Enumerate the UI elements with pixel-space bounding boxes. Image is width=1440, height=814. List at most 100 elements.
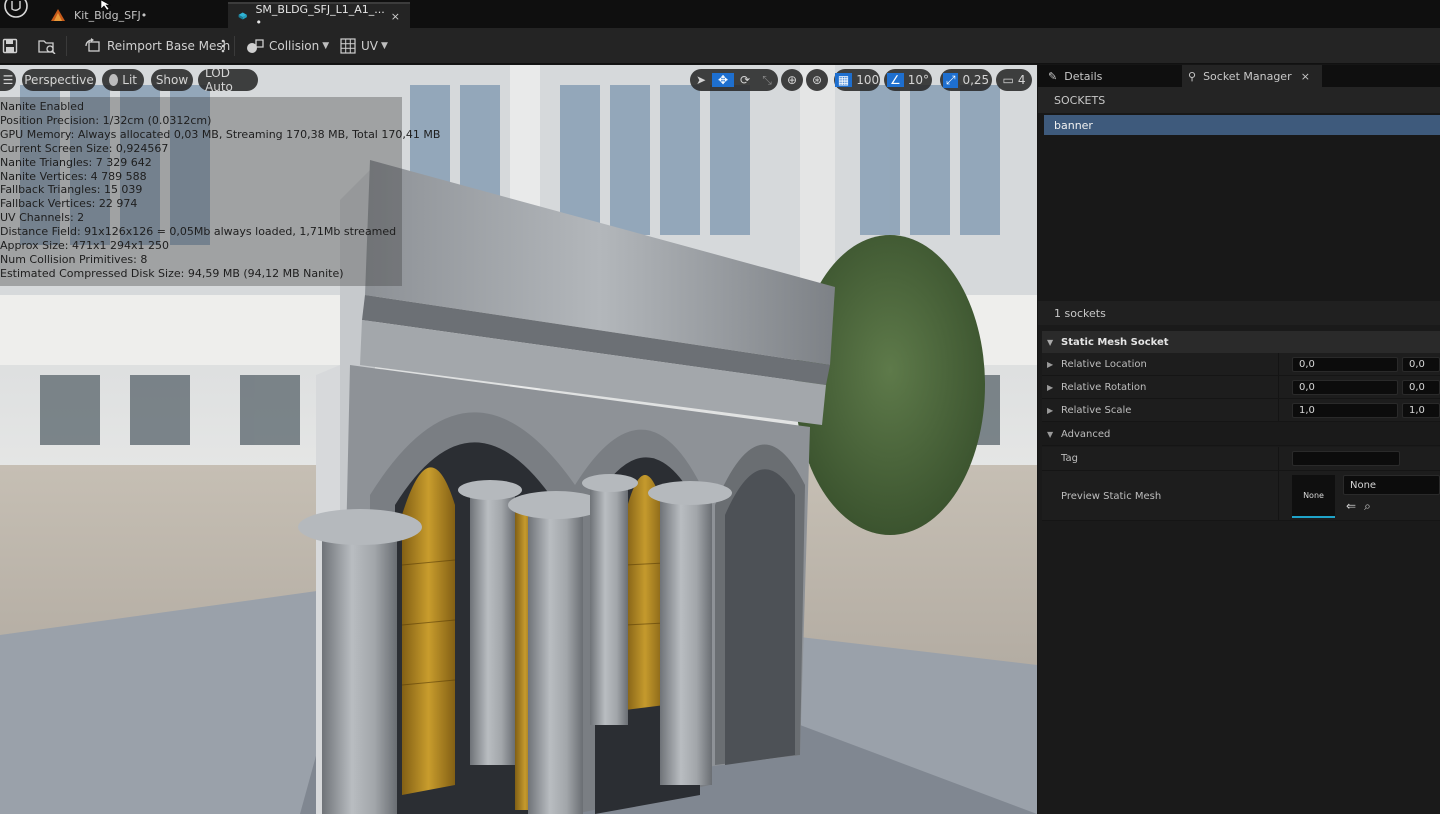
tag-label: Tag (1061, 453, 1078, 464)
reimport-icon (85, 38, 100, 52)
expand-arrow-icon[interactable]: ▶ (1047, 376, 1053, 399)
select-tool-icon[interactable]: ➤ (690, 73, 712, 87)
relative-rotation-x-input[interactable]: 0,0 (1292, 380, 1398, 395)
tab-label: SM_BLDG_SFJ_L1_A1_... • (255, 3, 385, 29)
socket-count: 1 sockets (1038, 301, 1440, 325)
relative-scale-x-input[interactable]: 1,0 (1292, 403, 1398, 418)
advanced-group-row[interactable]: ▼ Advanced (1042, 423, 1440, 446)
more-options-button[interactable] (220, 28, 231, 64)
save-icon (2, 38, 18, 54)
close-panel-tab-button[interactable]: × (1301, 70, 1310, 83)
stat-line: Current Screen Size: 0,924567 (0, 141, 169, 155)
stat-line: Estimated Compressed Disk Size: 94,59 MB… (0, 266, 344, 280)
tab-socket-manager[interactable]: ⚲ Socket Manager × (1182, 65, 1322, 87)
uv-dropdown[interactable]: UV ▼ (340, 28, 388, 64)
relative-scale-y-input[interactable]: 1,0 (1402, 403, 1440, 418)
camera-speed-button[interactable]: ▭ 4 (996, 69, 1032, 91)
grid-snap-button[interactable]: ▦ 100 (834, 69, 880, 91)
static-mesh-socket-section[interactable]: ▼ Static Mesh Socket (1042, 331, 1440, 353)
tab-details[interactable]: ✎ Details (1042, 65, 1182, 87)
grid-snap-value: 100 (856, 73, 880, 87)
rotation-snap-button[interactable]: ∠ 10° (884, 69, 932, 91)
scale-tool-icon[interactable]: ⤡ (756, 73, 778, 88)
relative-scale-row: ▶ Relative Scale 1,0 1,0 (1042, 399, 1440, 422)
browse-button[interactable] (38, 28, 61, 64)
stat-line: Approx Size: 471x1 294x1 250 (0, 239, 169, 253)
reimport-base-mesh-button[interactable]: Reimport Base Mesh (84, 28, 230, 64)
chevron-down-icon: ▼ (322, 41, 330, 51)
chevron-down-icon: ▼ (381, 41, 388, 51)
stat-line: Fallback Vertices: 22 974 (0, 197, 138, 211)
preview-mesh-combo[interactable]: None (1343, 475, 1440, 495)
tag-input[interactable] (1292, 451, 1400, 466)
scale-snap-icon: ⤢ (942, 72, 959, 88)
relative-location-label: Relative Location (1061, 359, 1147, 370)
camera-icon: ▭ (1002, 73, 1014, 87)
collision-dropdown[interactable]: Collision ▼ (246, 28, 329, 64)
relative-rotation-label: Relative Rotation (1061, 382, 1147, 393)
stat-line: Nanite Triangles: 7 329 642 (0, 155, 152, 169)
use-selected-asset-icon[interactable]: ⇐ (1346, 499, 1356, 514)
panel-tabs: ✎ Details ⚲ Socket Manager × (1038, 65, 1440, 87)
stat-line: Nanite Enabled (0, 100, 85, 113)
advanced-label: Advanced (1061, 429, 1111, 440)
transform-tools-group: ➤ ✥ ⟳ ⤡ (690, 69, 778, 91)
translate-tool-icon[interactable]: ✥ (712, 73, 734, 87)
rotate-tool-icon[interactable]: ⟳ (734, 73, 756, 87)
sockets-header: SOCKETS (1038, 87, 1440, 113)
column-divider (1278, 353, 1279, 375)
preview-mesh-thumbnail[interactable]: None (1292, 475, 1335, 518)
save-button[interactable] (2, 28, 23, 64)
kebab-menu-icon (221, 39, 225, 53)
tab-static-mesh[interactable]: SM_BLDG_SFJ_L1_A1_... • × (228, 2, 410, 29)
column-divider (1278, 471, 1279, 520)
collision-icon (247, 39, 264, 53)
stat-line: Nanite Vertices: 4 789 588 (0, 169, 147, 183)
lod-button[interactable]: LOD Auto (198, 66, 258, 94)
tab-details-label: Details (1064, 69, 1103, 83)
preview-static-mesh-label: Preview Static Mesh (1061, 490, 1162, 502)
lit-label: Lit (122, 73, 137, 87)
collapse-arrow-icon: ▼ (1047, 430, 1054, 439)
stat-line: Fallback Triangles: 15 039 (0, 183, 143, 197)
reimport-label: Reimport Base Mesh (107, 39, 231, 53)
tab-level[interactable]: Kit_Bldg_SFJ• (40, 2, 226, 28)
close-tab-button[interactable]: × (391, 10, 400, 23)
tab-label: Kit_Bldg_SFJ• (74, 8, 148, 22)
surface-snap-button[interactable]: ⊛ (806, 69, 828, 91)
column-divider (1278, 376, 1279, 398)
collision-label: Collision (269, 39, 320, 53)
stats-overlay: Nanite Enabled Position Precision: 1/32c… (0, 97, 441, 286)
lit-mode-button[interactable]: Lit (102, 69, 144, 91)
relative-location-x-input[interactable]: 0,0 (1292, 357, 1398, 372)
show-button[interactable]: Show (151, 69, 193, 91)
perspective-button[interactable]: Perspective (22, 69, 96, 91)
rotation-snap-icon: ∠ (886, 73, 904, 87)
relative-rotation-row: ▶ Relative Rotation 0,0 0,0 (1042, 376, 1440, 399)
relative-rotation-y-input[interactable]: 0,0 (1402, 380, 1440, 395)
camera-speed-value: 4 (1017, 73, 1026, 87)
collapse-arrow-icon: ▼ (1047, 337, 1054, 347)
tab-socket-manager-label: Socket Manager (1203, 69, 1292, 83)
relative-location-row: ▶ Relative Location 0,0 0,0 (1042, 353, 1440, 376)
browse-asset-icon[interactable]: ⌕ (1364, 499, 1371, 514)
relative-location-y-input[interactable]: 0,0 (1402, 357, 1440, 372)
stat-line: UV Channels: 2 (0, 211, 85, 225)
static-mesh-icon (238, 12, 247, 20)
stat-line: Distance Field: 91x126x126 = 0,05Mb alwa… (0, 225, 397, 239)
mesh-viewport[interactable]: ☰ Perspective Lit Show LOD Auto ➤ ✥ ⟳ ⤡ … (0, 65, 1037, 814)
expand-arrow-icon[interactable]: ▶ (1047, 399, 1053, 422)
socket-row-banner[interactable]: banner (1044, 115, 1440, 135)
stat-line: GPU Memory: Always allocated 0,03 MB, St… (0, 127, 441, 141)
toolbar-separator (66, 36, 67, 56)
hamburger-menu-icon: ☰ (2, 73, 14, 87)
expand-arrow-icon[interactable]: ▶ (1047, 353, 1053, 376)
world-local-toggle[interactable]: ⊕ (781, 69, 803, 91)
column-divider (1278, 447, 1279, 470)
unreal-logo-icon[interactable] (2, 0, 28, 20)
relative-scale-label: Relative Scale (1061, 405, 1132, 416)
browse-folder-icon (38, 40, 56, 54)
scale-snap-button[interactable]: ⤢ 0,25 (940, 69, 992, 91)
lit-sphere-icon (109, 74, 119, 86)
grid-snap-icon: ▦ (834, 73, 853, 87)
